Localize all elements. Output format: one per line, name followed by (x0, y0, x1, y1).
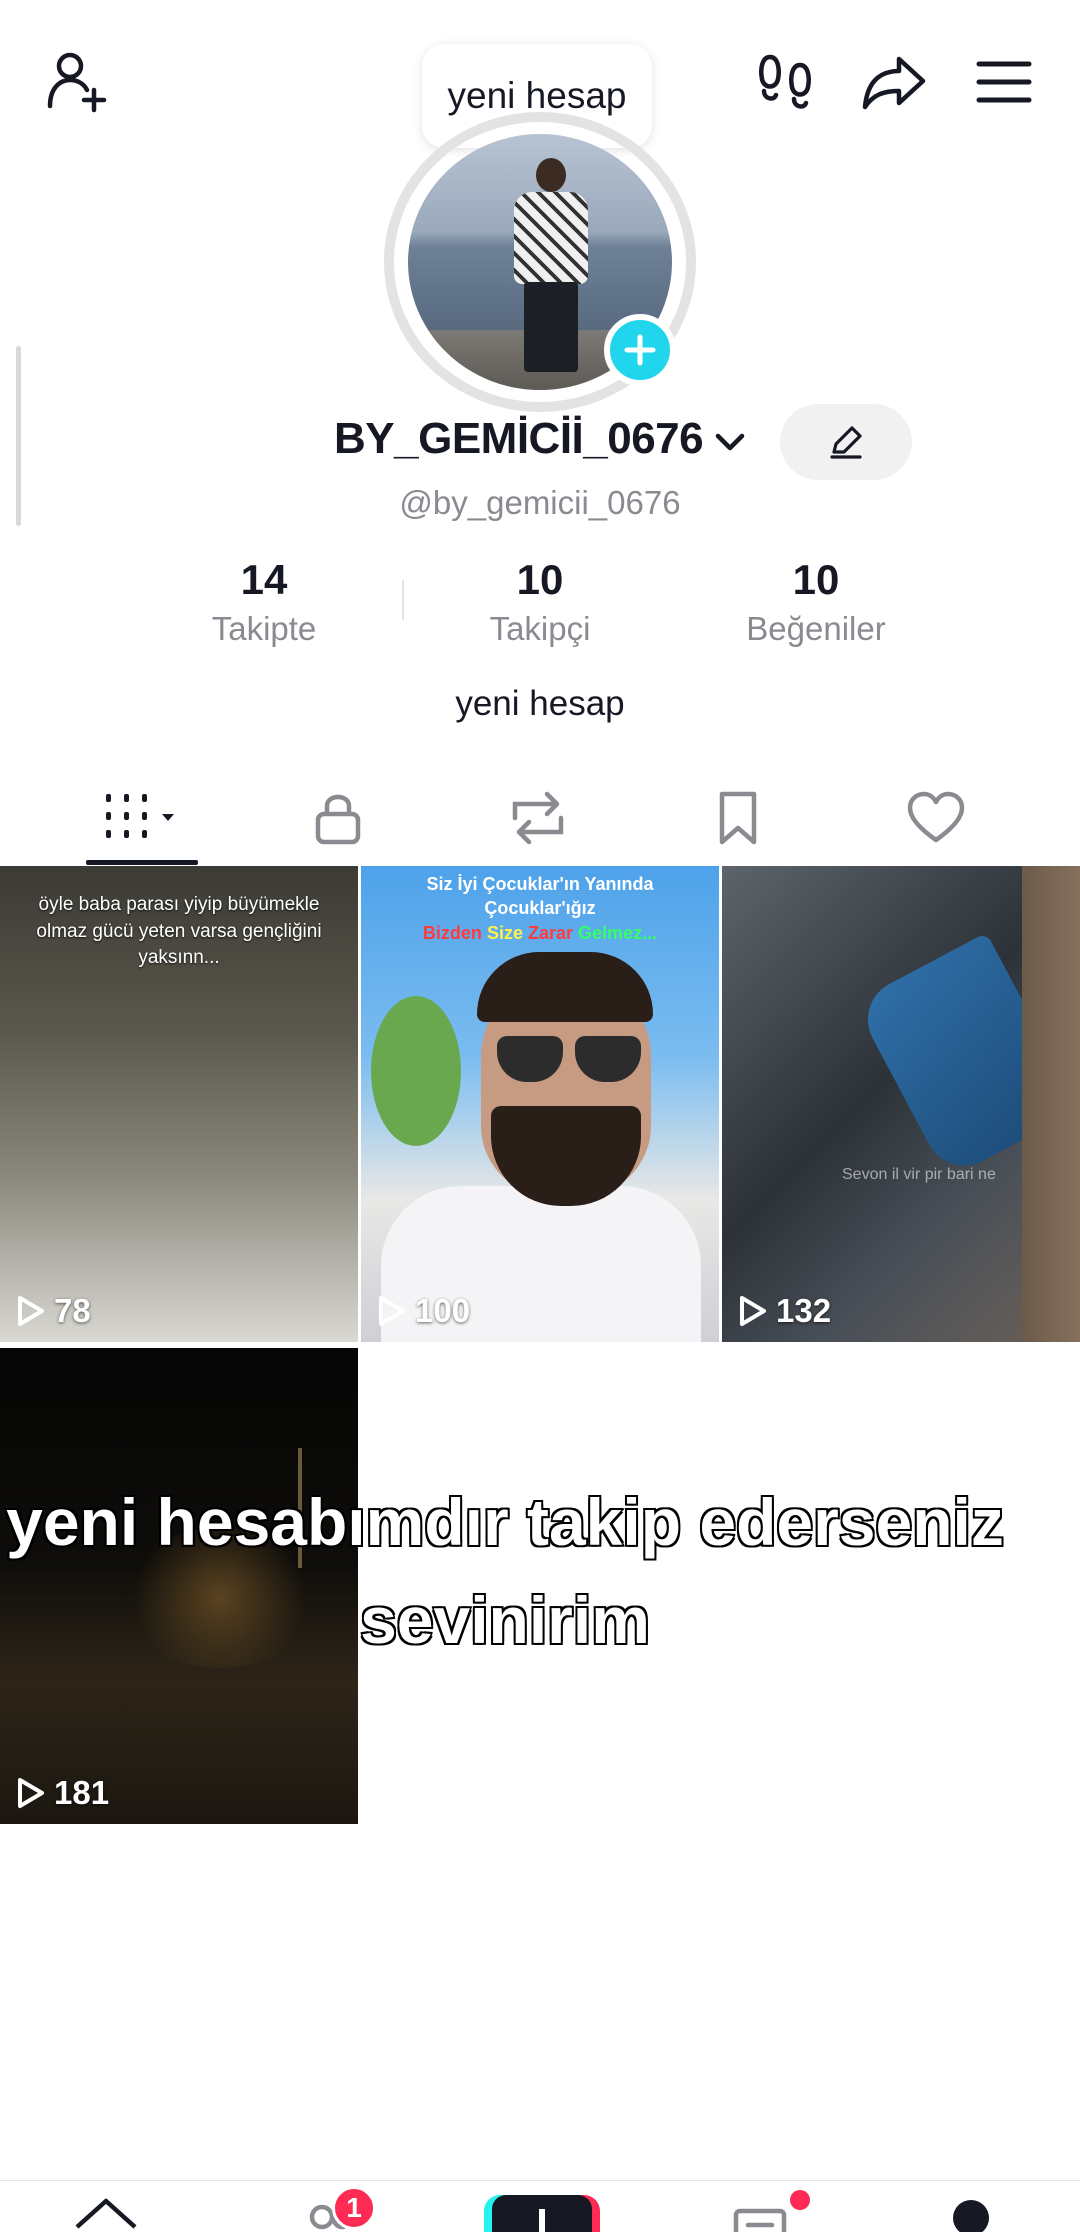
profile-display-name[interactable]: BY_GEMİCİİ_0676 (334, 414, 704, 464)
profile-bio: yeni hesap (455, 684, 625, 723)
create-button[interactable] (484, 2195, 600, 2232)
bookmark-icon (719, 791, 757, 845)
stat-following[interactable]: 14 Takipte (144, 556, 384, 648)
tab-liked[interactable] (836, 770, 1036, 866)
play-icon (18, 1296, 44, 1326)
profile-note-text: yeni hesap (447, 75, 627, 116)
tab-saved[interactable] (638, 770, 838, 866)
lock-icon (315, 794, 361, 845)
view-count-value: 181 (54, 1774, 110, 1811)
avatar-person-body (514, 192, 588, 284)
tree-shape (371, 996, 461, 1146)
chevron-down-icon[interactable] (714, 432, 746, 459)
stat-label: Beğeniler (746, 610, 886, 647)
profile-tabs (0, 770, 1080, 866)
banner-word: Size (486, 922, 523, 943)
play-icon (740, 1296, 766, 1326)
video-tile[interactable]: Siz İyi Çocuklar'ın Yanında Çocuklar'ığı… (361, 866, 719, 1342)
video-overlay-text: Sevon il vir pir bari ne (842, 1166, 996, 1183)
nav-inbox[interactable] (720, 2195, 800, 2232)
tab-videos[interactable] (42, 770, 242, 866)
footprint-icon[interactable] (746, 42, 826, 122)
tab-underline (86, 860, 198, 865)
plus-icon (624, 334, 656, 366)
profile-name-row: BY_GEMİCİİ_0676 (0, 404, 1080, 488)
home-icon (75, 2198, 137, 2229)
video-tile[interactable]: Sevon il vir pir bari ne 132 (722, 866, 1080, 1342)
tab-reposts[interactable] (438, 770, 638, 866)
inbox-icon (733, 2208, 787, 2232)
tab-private[interactable] (238, 770, 438, 866)
banner-word: Gelmez... (578, 922, 658, 943)
add-story-button[interactable] (604, 314, 676, 386)
stat-divider (402, 580, 404, 620)
add-user-icon[interactable] (38, 42, 118, 122)
video-banner-words: Bizden Size Zarar Gelmez... (371, 921, 709, 945)
friends-notification-badge: 1 (332, 2186, 376, 2230)
edit-profile-button[interactable] (780, 404, 912, 480)
stat-label: Takipçi (489, 610, 591, 647)
wall-shape (1022, 866, 1080, 1342)
profile-stats: 14 Takipte 10 Takipçi 10 Beğeniler (0, 556, 1080, 656)
repost-icon (512, 791, 564, 845)
nav-create[interactable] (484, 2195, 600, 2232)
share-icon[interactable] (852, 42, 936, 122)
video-banner: Siz İyi Çocuklar'ın Yanında Çocuklar'ığı… (371, 872, 709, 945)
view-count: 181 (16, 1774, 109, 1812)
stat-value: 14 (240, 556, 288, 603)
stat-label: Takipte (211, 610, 317, 647)
overlay-caption: yeni hesabımdır takip ederseniz seviniri… (5, 1483, 1006, 1658)
stat-value: 10 (792, 556, 840, 603)
view-count-value: 78 (54, 1292, 91, 1329)
bottom-nav (0, 2180, 1080, 2232)
profile-nav-icon[interactable] (953, 2200, 989, 2232)
banner-word: Bizden (422, 922, 482, 943)
hair-shape (477, 952, 653, 1022)
video-tile[interactable]: öyle baba parası yiyip büyümekle olmaz g… (0, 866, 358, 1342)
play-icon (379, 1296, 405, 1326)
inbox-notification-dot (790, 2190, 810, 2210)
play-icon (18, 1778, 44, 1808)
avatar-person-legs (524, 282, 578, 372)
stat-value: 10 (516, 556, 564, 603)
view-count: 78 (16, 1292, 91, 1330)
banner-word: Zarar (528, 922, 574, 943)
view-count: 100 (377, 1292, 470, 1330)
grid-icon (106, 794, 174, 838)
heart-icon (907, 791, 965, 843)
video-caption: öyle baba parası yiyip büyümekle olmaz g… (36, 894, 322, 969)
avatar-person-head (536, 158, 566, 192)
stat-followers[interactable]: 10 Takipçi (420, 556, 660, 648)
create-button-center (492, 2195, 592, 2232)
view-count-value: 100 (415, 1292, 471, 1329)
view-count: 132 (738, 1292, 831, 1330)
view-count-value: 132 (776, 1292, 832, 1329)
plus-icon (539, 2209, 545, 2232)
pencil-icon (830, 426, 862, 459)
profile-handle: @by_gemicii_0676 (399, 484, 681, 521)
nav-home[interactable] (66, 2195, 146, 2232)
menu-icon[interactable] (962, 42, 1046, 122)
stat-likes[interactable]: 10 Beğeniler (696, 556, 936, 648)
video-banner-top: Siz İyi Çocuklar'ın Yanında Çocuklar'ığı… (426, 874, 654, 919)
